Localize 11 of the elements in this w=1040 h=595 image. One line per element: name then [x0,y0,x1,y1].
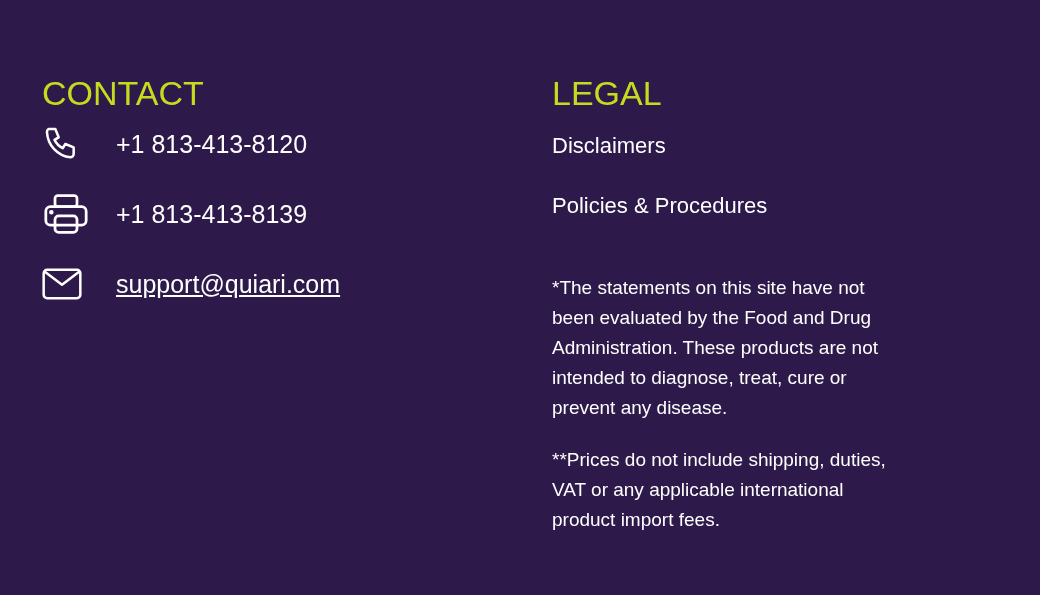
section-heading: LEGAL [552,74,663,113]
footer-link[interactable]: Disclaimers [552,133,666,159]
phone-number: +1 813-413-8120 [116,129,308,159]
section-heading: CONTACT [42,74,205,113]
disclaimer-text: **Prices do not include shipping, duties, VAT or any applicable international product import fees. [552,448,887,532]
footer-link[interactable]: Policies & Procedures [552,193,768,219]
fax-number: +1 813-413-8139 [116,199,308,229]
mail-icon [42,268,82,300]
email-link[interactable]: support@quiari.com [116,269,341,299]
disclaimer-text: *The statements on this site have not been evaluated by the Food and Drug Administration. These products are not intended to diagnose, treat, cure or prevent any disease. [552,276,879,420]
printer-icon [42,192,90,236]
